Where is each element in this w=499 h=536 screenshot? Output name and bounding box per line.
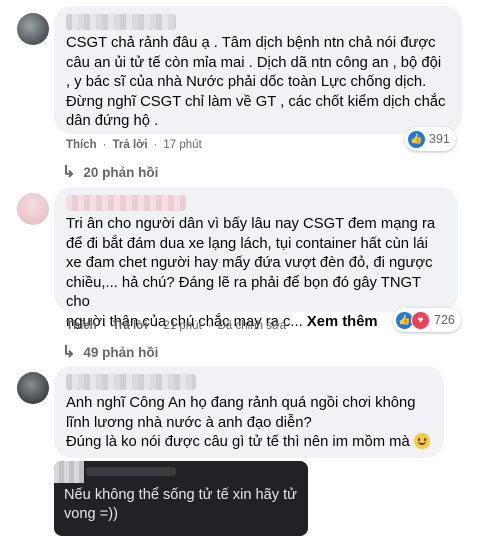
separator: ·: [153, 320, 158, 332]
reply-link[interactable]: Trả lời: [113, 320, 148, 332]
attached-image[interactable]: Nếu không thể sống tử tế xin hãy tử vong…: [54, 461, 308, 536]
separator: ·: [102, 139, 107, 151]
comment-text-body: Anh nghĩ Công An họ đang rảnh quá ngồi c…: [66, 395, 416, 450]
view-replies-button[interactable]: ↳ 20 phản hồi: [62, 162, 158, 182]
comment-bubble: CSGT chả rảnh đâu ạ . Tâm dịch bệnh ntn …: [54, 6, 462, 134]
comment-author-name[interactable]: [66, 374, 196, 390]
reaction-count: 726: [434, 313, 455, 327]
replies-count-label: 20 phản hồi: [83, 164, 159, 180]
comment-actions: Thích · Trả lời · 17 phút: [66, 139, 202, 151]
attached-image-text: Nếu không thể sống tử tế xin hãy tử vong…: [64, 487, 297, 522]
see-more-link[interactable]: Xem thêm: [307, 314, 378, 330]
edited-label: Đã chỉnh sửa: [217, 320, 287, 332]
separator: ·: [153, 139, 158, 151]
comment-timestamp[interactable]: 17 phút: [163, 139, 201, 151]
view-replies-button[interactable]: ↳ 49 phản hồi: [62, 342, 158, 362]
commenter-avatar[interactable]: [17, 13, 49, 45]
reaction-summary[interactable]: 👍 391: [405, 127, 456, 151]
separator: ·: [102, 320, 107, 332]
comment-text-body: Tri ân cho người dân vì bấy lâu nay CSGT…: [66, 216, 436, 330]
image-name-blur: [86, 467, 176, 476]
comment-text: CSGT chả rảnh đâu ạ . Tâm dịch bệnh ntn …: [66, 35, 446, 129]
reaction-count: 391: [429, 132, 450, 146]
smile-emoji-icon: [413, 433, 430, 449]
comment-text: Tri ân cho người dân vì bấy lâu nay CSGT…: [66, 215, 446, 332]
like-link[interactable]: Thích: [66, 139, 97, 151]
like-link[interactable]: Thích: [66, 320, 97, 332]
love-reaction-icon: ♥: [411, 310, 430, 330]
commenter-avatar[interactable]: [17, 372, 49, 404]
comment-bubble: Tri ân cho người dân vì bấy lâu nay CSGT…: [54, 187, 458, 330]
reply-arrow-icon: ↳: [62, 344, 76, 361]
separator: ·: [207, 320, 212, 332]
comment-author-name[interactable]: [66, 195, 186, 211]
image-avatar-blur: [54, 461, 84, 483]
reply-arrow-icon: ↳: [62, 164, 76, 181]
replies-count-label: 49 phản hồi: [83, 344, 159, 360]
reply-link[interactable]: Trả lời: [113, 139, 148, 151]
comment-text: Anh nghĩ Công An họ đang rảnh quá ngồi c…: [66, 394, 432, 453]
comment-timestamp[interactable]: 21 phút: [163, 320, 201, 332]
commenter-avatar[interactable]: [17, 193, 49, 225]
comment-bubble: Anh nghĩ Công An họ đang rảnh quá ngồi c…: [54, 366, 444, 458]
comment-actions: Thích · Trả lời · 21 phút · Đã chỉnh sửa: [66, 320, 286, 332]
like-reaction-icon: 👍: [408, 130, 425, 148]
comment-author-name[interactable]: [66, 14, 176, 30]
reaction-summary[interactable]: 👍 ♥ 726: [393, 308, 461, 332]
